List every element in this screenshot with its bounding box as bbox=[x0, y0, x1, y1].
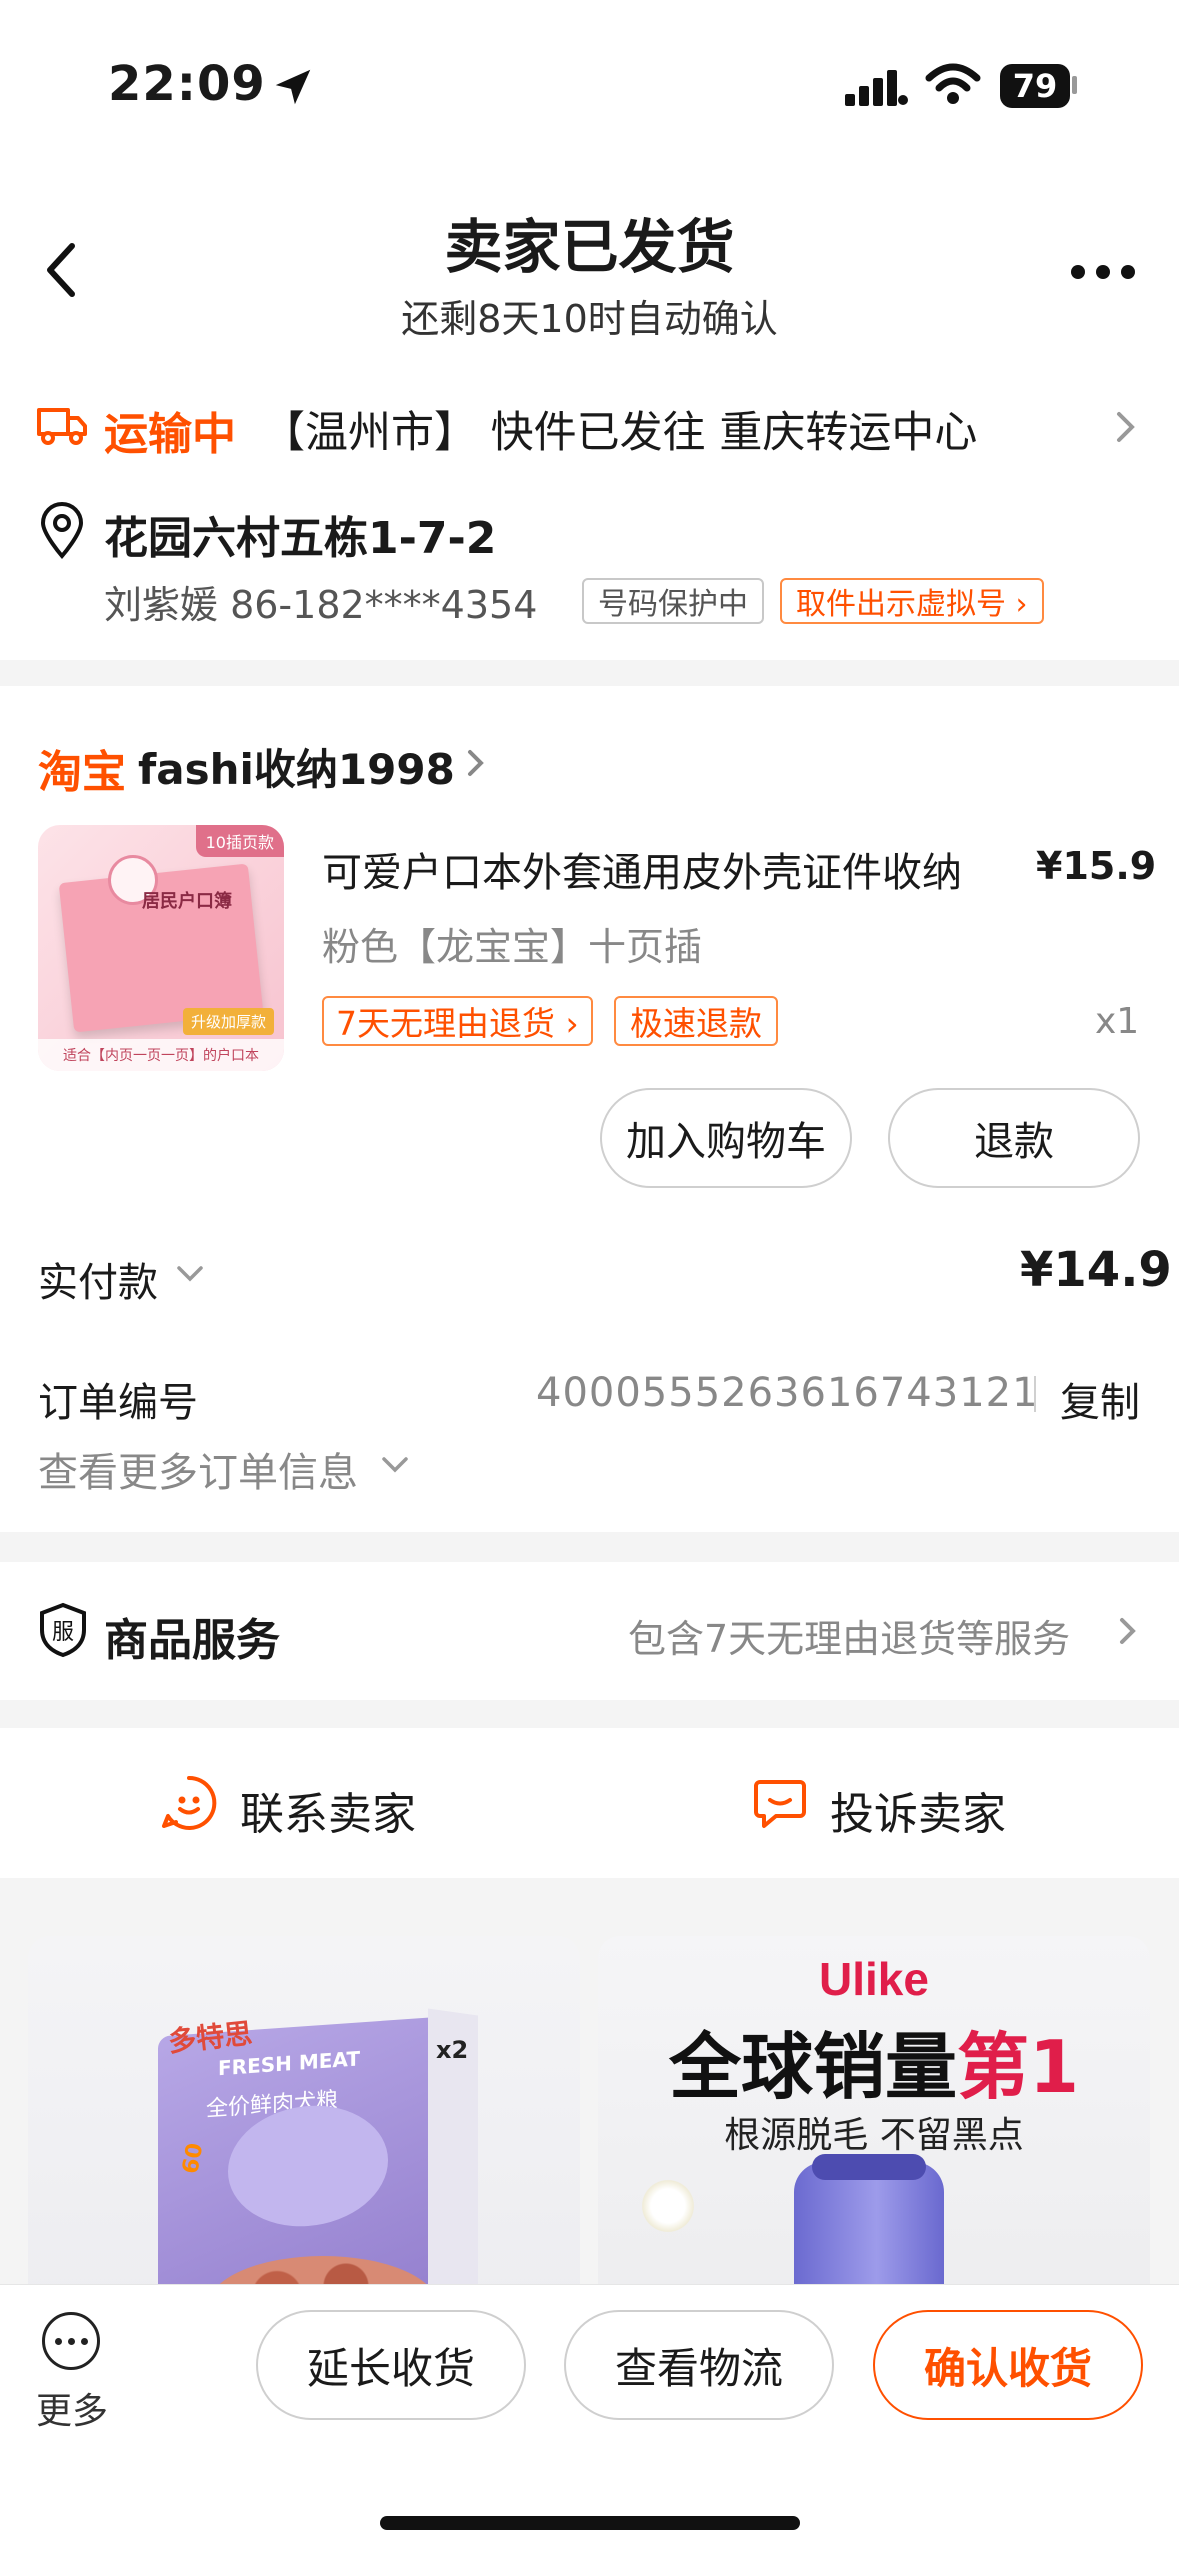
product-sku: 粉色【龙宝宝】十页插 bbox=[322, 925, 703, 969]
dogfood-badge: 60 bbox=[178, 2141, 209, 2176]
recipient-contact: 刘紫媛 86-182****4354 bbox=[104, 583, 538, 627]
return-policy-tag[interactable]: 7天无理由退货 › bbox=[322, 996, 593, 1046]
thumb-badge: 升级加厚款 bbox=[182, 1008, 274, 1035]
truck-icon bbox=[37, 408, 87, 445]
order-number: 4000555263616743121 bbox=[536, 1370, 1039, 1416]
ulike-head-red: 第1 bbox=[956, 2025, 1080, 2109]
svg-text:服: 服 bbox=[52, 1620, 74, 1645]
page-title: 卖家已发货 bbox=[444, 213, 735, 281]
fast-refund-tag: 极速退款 bbox=[614, 996, 778, 1046]
taobao-logo: 淘宝 bbox=[38, 747, 126, 798]
dog-face-graphic bbox=[228, 2100, 388, 2232]
chevron-right-icon[interactable] bbox=[466, 748, 486, 778]
ulike-head-black: 全球销量 bbox=[668, 2025, 957, 2109]
more-button-label[interactable]: 更多 bbox=[36, 2382, 108, 2434]
service-label[interactable]: 商品服务 bbox=[104, 1604, 280, 1668]
number-protect-tag: 号码保护中 bbox=[582, 578, 764, 624]
view-logistics-button[interactable]: 查看物流 bbox=[564, 2310, 834, 2420]
divider bbox=[1034, 1376, 1036, 1412]
add-to-cart-button[interactable]: 加入购物车 bbox=[600, 1088, 852, 1188]
more-order-info[interactable]: 查看更多订单信息 bbox=[38, 1440, 358, 1498]
chevron-right-icon[interactable] bbox=[1118, 1616, 1138, 1646]
contact-seller-button[interactable]: 联系卖家 bbox=[240, 1778, 416, 1842]
product-price: ¥15.9 bbox=[1036, 844, 1157, 888]
dogfood-x2: x2 bbox=[436, 2036, 469, 2064]
thumb-top-badge: 10插页款 bbox=[195, 825, 284, 857]
battery-nub bbox=[1072, 76, 1077, 94]
paid-label[interactable]: 实付款 bbox=[38, 1250, 158, 1308]
more-circle-icon[interactable] bbox=[42, 2312, 100, 2370]
flower-graphic bbox=[638, 2176, 698, 2236]
service-shield-icon: 服 bbox=[40, 1602, 86, 1658]
battery-icon: 79 bbox=[1000, 64, 1070, 108]
auto-confirm-countdown: 还剩8天10时自动确认 bbox=[401, 297, 778, 341]
shipping-detail[interactable]: 【温州市】 快件已发往 重庆转运中心 bbox=[262, 398, 977, 460]
ulike-headline: 全球销量第1 bbox=[598, 2008, 1150, 2113]
home-indicator[interactable] bbox=[380, 2516, 800, 2530]
wifi-icon bbox=[925, 63, 981, 104]
device-top-graphic bbox=[812, 2154, 926, 2180]
refund-button[interactable]: 退款 bbox=[888, 1088, 1140, 1188]
chevron-right-icon[interactable] bbox=[1115, 410, 1137, 444]
location-pin-icon bbox=[40, 502, 84, 560]
status-time: 22:09 bbox=[108, 56, 266, 112]
paid-amount: ¥14.9 bbox=[1020, 1242, 1172, 1298]
product-thumbnail[interactable]: 居民户口簿 10插页款 升级加厚款 适合【内页一页一页】的户口本 bbox=[38, 825, 284, 1071]
shipping-status[interactable]: 运输中 bbox=[104, 398, 236, 462]
chevron-down-icon[interactable] bbox=[175, 1264, 205, 1284]
ulike-subline: 根源脱毛 不留黑点 bbox=[724, 2115, 1024, 2156]
chevron-down-icon[interactable] bbox=[380, 1455, 410, 1475]
virtual-number-tag[interactable]: 取件出示虚拟号 › bbox=[780, 578, 1044, 624]
copy-button[interactable]: 复制 bbox=[1060, 1370, 1140, 1428]
order-number-label: 订单编号 bbox=[38, 1380, 198, 1426]
extend-receipt-button[interactable]: 延长收货 bbox=[256, 2310, 526, 2420]
shop-name[interactable]: fashi收纳1998 bbox=[138, 736, 455, 797]
thumb-footer: 适合【内页一页一页】的户口本 bbox=[38, 1039, 284, 1071]
more-dots-icon[interactable] bbox=[1068, 262, 1138, 282]
product-title[interactable]: 可爱户口本外套通用皮外壳证件收纳 bbox=[322, 840, 962, 898]
location-arrow-icon bbox=[275, 69, 311, 105]
complain-chat-icon[interactable] bbox=[752, 1776, 808, 1830]
confirm-receipt-button[interactable]: 确认收货 bbox=[873, 2310, 1143, 2420]
signal-icon bbox=[845, 70, 908, 106]
seller-face-icon[interactable] bbox=[160, 1774, 218, 1832]
ulike-logo: Ulike bbox=[819, 1953, 929, 2005]
thumb-label: 居民户口簿 bbox=[142, 891, 232, 912]
product-quantity: x1 bbox=[1095, 1001, 1140, 1042]
complain-seller-button[interactable]: 投诉卖家 bbox=[830, 1778, 1006, 1842]
service-description[interactable]: 包含7天无理由退货等服务 bbox=[628, 1608, 1070, 1663]
address-line: 花园六村五栋1-7-2 bbox=[104, 513, 497, 564]
